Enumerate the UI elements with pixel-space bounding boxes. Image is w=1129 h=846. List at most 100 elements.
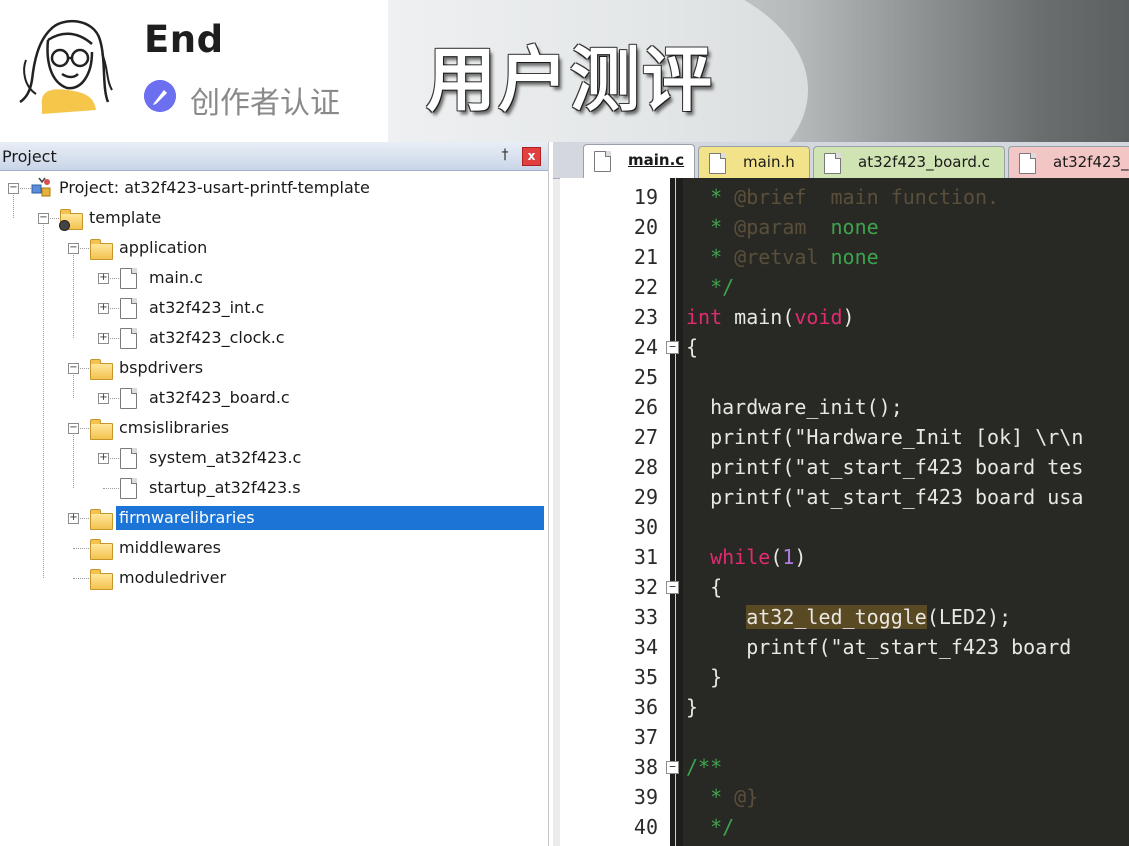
code-token: *: [686, 185, 735, 209]
tree-item[interactable]: + firmwarelibraries: [0, 505, 548, 531]
expand-icon[interactable]: +: [98, 273, 109, 284]
file-icon: [120, 298, 137, 319]
tree-connector: [73, 548, 91, 549]
expand-icon[interactable]: +: [98, 393, 109, 404]
tree-item[interactable]: middlewares: [0, 535, 548, 561]
code-token: */: [686, 275, 735, 299]
tab-main-c[interactable]: main.c: [583, 144, 695, 179]
code-token: ): [842, 305, 855, 329]
collapse-icon[interactable]: −: [68, 363, 79, 374]
tab-label: at32f423_: [1053, 153, 1129, 171]
tree-item[interactable]: − bspdrivers: [0, 355, 548, 381]
line-number: 27: [633, 425, 658, 449]
tree-item[interactable]: − Project: at32f423-usart-printf-template: [0, 175, 548, 201]
code-line: hardware_init();: [686, 392, 903, 422]
line-number: 29: [633, 485, 658, 509]
collapse-icon[interactable]: −: [68, 243, 79, 254]
line-number: 38: [633, 755, 658, 779]
tab-at32f423-board-c[interactable]: at32f423_board.c: [813, 146, 1005, 178]
code-token: }: [686, 665, 723, 689]
expand-icon[interactable]: +: [98, 453, 109, 464]
pin-icon[interactable]: †: [496, 146, 514, 164]
line-number-gutter: 19 20 21 22 23 24 25 26 27 28 29 30 31 32 33 34 35 36 37 38…: [560, 178, 670, 846]
tree-item[interactable]: − cmsislibraries: [0, 415, 548, 441]
project-icon: [31, 177, 51, 197]
tree-item-label: bspdrivers: [119, 358, 204, 377]
code-token: none: [818, 245, 879, 269]
target-badge-icon: [59, 220, 70, 231]
project-panel-title: Project: [2, 147, 57, 166]
file-icon: [120, 388, 137, 409]
creator-badge-label: 创作者认证: [190, 86, 340, 121]
folder-icon: [90, 539, 113, 560]
tree-item[interactable]: + system_at32f423.c: [0, 445, 548, 471]
code-editor: main.c main.h at32f423_board.c at32f423_ 19…: [553, 142, 1129, 846]
fold-toggle-icon[interactable]: −: [666, 761, 679, 774]
code-token: int: [686, 305, 723, 329]
code-token: *: [686, 245, 735, 269]
code-token: }: [686, 695, 699, 719]
code-token: (: [770, 545, 783, 569]
code-line: printf("at_start_f423 board tes: [686, 452, 1083, 482]
folder-icon: [90, 569, 113, 590]
tree-item-label: at32f423_board.c: [149, 388, 290, 407]
tree-item[interactable]: − application: [0, 235, 548, 261]
expand-icon[interactable]: +: [98, 333, 109, 344]
code-line: printf("Hardware_Init [ok] \r\n: [686, 422, 1083, 452]
code-line: * @param none: [686, 212, 879, 242]
tree-item[interactable]: + at32f423_clock.c: [0, 325, 548, 351]
author-name: End: [144, 18, 224, 61]
line-number: 19: [633, 185, 658, 209]
code-line: /**: [686, 752, 722, 782]
line-number: 23: [633, 305, 658, 329]
collapse-icon[interactable]: −: [38, 213, 49, 224]
tree-item[interactable]: moduledriver: [0, 565, 548, 591]
author-avatar: [19, 19, 113, 114]
collapse-icon[interactable]: −: [68, 423, 79, 434]
fold-toggle-icon[interactable]: −: [666, 341, 679, 354]
tree-item-label: firmwarelibraries: [116, 506, 544, 530]
code-text-background: [683, 178, 1129, 846]
code-line: }: [686, 662, 722, 692]
code-token: printf("at_start_f423 board: [686, 635, 1084, 659]
tree-item[interactable]: + main.c: [0, 265, 548, 291]
line-number: 33: [633, 605, 658, 629]
line-number: 39: [633, 785, 658, 809]
code-token: */: [686, 815, 735, 839]
tab-label: at32f423_board.c: [858, 153, 990, 171]
code-token: 1: [782, 545, 795, 569]
folder-open-icon: [90, 359, 113, 380]
folder-target-icon: [59, 209, 83, 231]
tab-at32f423-[interactable]: at32f423_: [1008, 146, 1129, 178]
tab-label: main.h: [743, 153, 795, 171]
code-line: int main(void): [686, 302, 855, 332]
fold-toggle-icon[interactable]: −: [666, 581, 679, 594]
expand-icon[interactable]: +: [98, 303, 109, 314]
project-panel: Project † x − Project: at32f423-usart-pri…: [0, 142, 549, 846]
tree-item[interactable]: startup_at32f423.s: [0, 475, 548, 501]
line-number: 26: [633, 395, 658, 419]
file-icon: [120, 448, 137, 469]
expand-icon[interactable]: +: [68, 513, 79, 524]
code-token: @param: [734, 215, 807, 239]
tree-item-label: system_at32f423.c: [149, 448, 302, 467]
tree-item[interactable]: + at32f423_int.c: [0, 295, 548, 321]
file-icon: [120, 478, 137, 499]
code-line: * @retval none: [686, 242, 879, 272]
line-number: 36: [633, 695, 658, 719]
code-line: {: [686, 332, 698, 362]
code-token: hardware_init();: [686, 395, 903, 419]
tree-item[interactable]: − template: [0, 205, 548, 231]
close-panel-button[interactable]: x: [522, 147, 541, 166]
tree-item-label: cmsislibraries: [119, 418, 230, 437]
tab-main-h[interactable]: main.h: [698, 146, 810, 178]
code-token: {: [686, 335, 699, 359]
tree-item[interactable]: + at32f423_board.c: [0, 385, 548, 411]
file-icon: [120, 268, 137, 289]
line-number: 37: [633, 725, 658, 749]
tree-item-label: at32f423_int.c: [149, 298, 265, 317]
collapse-icon[interactable]: −: [8, 183, 19, 194]
line-number: 32: [633, 575, 658, 599]
code-area[interactable]: 19 20 21 22 23 24 25 26 27 28 29 30 31 32 33 34 35 36 37 38…: [560, 178, 1129, 846]
